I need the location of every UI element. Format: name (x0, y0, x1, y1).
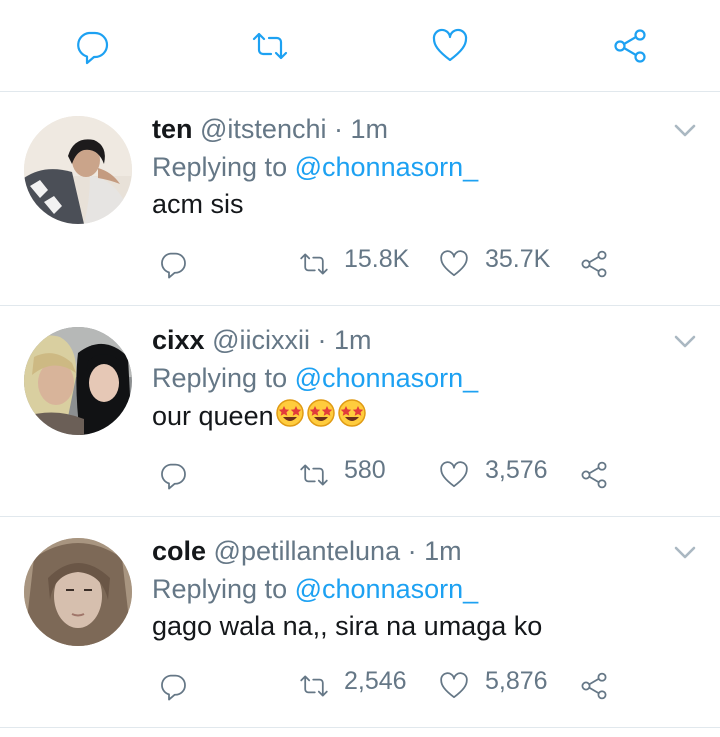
mention-link[interactable]: @chonnasorn_ (295, 363, 479, 393)
replying-prefix: Replying to (152, 152, 288, 182)
user-handle[interactable]: @itstenchi (200, 114, 326, 144)
retweet-icon[interactable] (296, 248, 332, 280)
star-struck-emoji-group (274, 399, 367, 431)
share-button[interactable] (608, 24, 652, 68)
replying-to-line: Replying to @chonnasorn_ (152, 361, 478, 395)
timestamp: 1m (350, 114, 389, 144)
like-icon[interactable] (437, 459, 471, 491)
tweet-text: acm sis (152, 189, 244, 219)
separator-dot: · (407, 536, 417, 566)
mention-link[interactable]: @chonnasorn_ (295, 574, 479, 604)
tweet-action-bar (0, 0, 720, 92)
share-icon[interactable] (578, 459, 610, 491)
reply-icon[interactable] (157, 670, 189, 702)
mention-link[interactable]: @chonnasorn_ (295, 152, 479, 182)
replying-prefix: Replying to (152, 574, 288, 604)
separator-dot: · (317, 325, 327, 355)
chevron-down-icon[interactable] (674, 546, 696, 560)
replying-to-line: Replying to @chonnasorn_ (152, 150, 478, 184)
like-count: 35.7K (485, 245, 551, 273)
retweet-icon[interactable] (296, 459, 332, 491)
like-button[interactable] (428, 24, 472, 68)
reply-tweet[interactable]: ten @itstenchi · 1m Replying to @chonnas… (0, 94, 720, 306)
reply-icon[interactable] (157, 459, 189, 491)
star-struck-emoji-icon (337, 399, 366, 427)
like-icon[interactable] (437, 248, 471, 280)
tweet-text-body: our queen (152, 401, 274, 431)
reply-tweet[interactable]: cole @petillanteluna · 1m Replying to @c… (0, 516, 720, 728)
like-count: 5,876 (485, 667, 548, 695)
replying-prefix: Replying to (152, 363, 288, 393)
chevron-down-icon[interactable] (674, 335, 696, 349)
retweet-icon[interactable] (296, 670, 332, 702)
tweet-text: our queen (152, 398, 367, 433)
retweet-count: 580 (344, 456, 386, 484)
tweet-header: cixx @iicixxii · 1m (152, 323, 372, 357)
star-struck-emoji-icon (275, 399, 304, 427)
display-name[interactable]: cole (152, 536, 206, 566)
retweet-icon (252, 32, 288, 60)
chevron-down-icon[interactable] (674, 124, 696, 138)
avatar[interactable] (24, 116, 132, 224)
share-icon (614, 29, 646, 63)
user-handle[interactable]: @iicixxii (212, 325, 310, 355)
reply-tweet[interactable]: cixx @iicixxii · 1m Replying to @chonnas… (0, 305, 720, 517)
like-count: 3,576 (485, 456, 548, 484)
share-icon[interactable] (578, 248, 610, 280)
star-struck-emoji-icon (306, 399, 335, 427)
retweet-count: 2,546 (344, 667, 407, 695)
retweet-count: 15.8K (344, 245, 410, 273)
reply-icon[interactable] (157, 248, 189, 280)
avatar[interactable] (24, 538, 132, 646)
timestamp: 1m (424, 536, 462, 566)
replying-to-line: Replying to @chonnasorn_ (152, 572, 478, 606)
tweet-text: gago wala na,, sira na umaga ko (152, 611, 543, 641)
display-name[interactable]: cixx (152, 325, 205, 355)
user-handle[interactable]: @petillanteluna (214, 536, 401, 566)
like-icon[interactable] (437, 670, 471, 702)
share-icon[interactable] (578, 670, 610, 702)
timestamp: 1m (334, 325, 372, 355)
separator-dot: · (334, 114, 343, 144)
tweet-header: cole @petillanteluna · 1m (152, 534, 462, 568)
like-icon (432, 28, 468, 62)
reply-icon (77, 31, 109, 65)
display-name[interactable]: ten (152, 114, 193, 144)
reply-button[interactable] (70, 24, 114, 68)
avatar[interactable] (24, 327, 132, 435)
retweet-button[interactable] (248, 24, 292, 68)
tweet-header: ten @itstenchi · 1m (152, 112, 388, 146)
